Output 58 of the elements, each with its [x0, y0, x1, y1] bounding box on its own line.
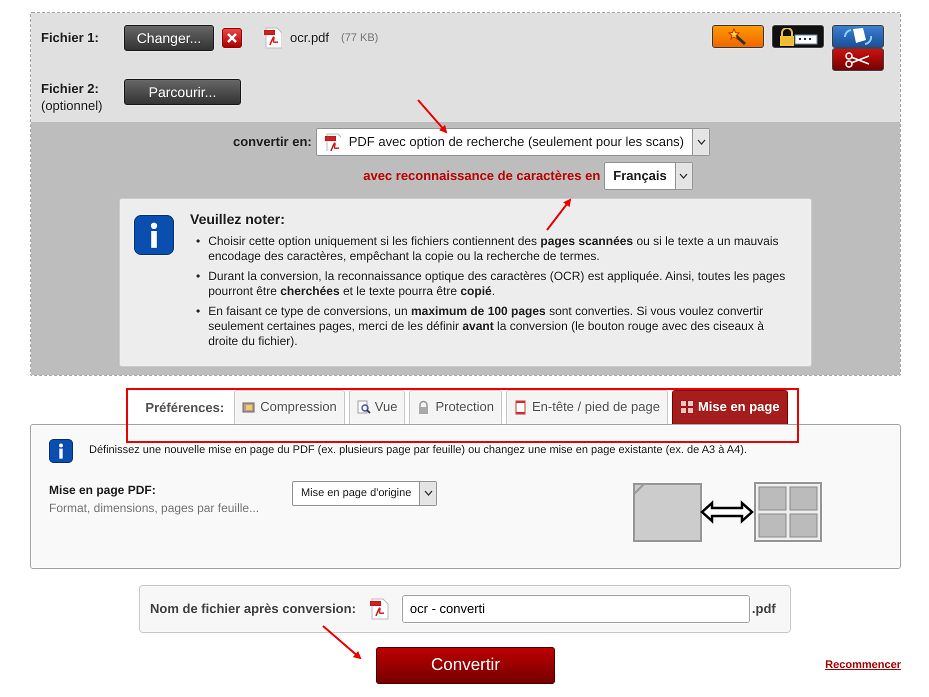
note-title: Veuillez noter: — [190, 210, 285, 228]
password-button[interactable] — [772, 25, 824, 48]
convert-label: convertir en: — [232, 132, 312, 151]
convert-button[interactable]: Convertir — [376, 646, 555, 684]
annotation-arrow — [546, 198, 572, 231]
preferences-label: Préférences: — [145, 398, 224, 417]
preferences-tab[interactable]: En-tête / pied de page — [506, 390, 668, 424]
bullet: • — [196, 304, 200, 320]
magnifier-icon — [356, 400, 371, 414]
caret-icon — [424, 490, 433, 496]
compress-icon — [242, 400, 256, 414]
change-button[interactable]: Changer... — [124, 25, 214, 51]
layout-hint: Format, dimensions, pages par feuille... — [49, 500, 260, 516]
layout-select[interactable]: Mise en page d'origine — [292, 480, 438, 506]
preferences-tab[interactable]: Compression — [234, 390, 345, 424]
pdf-file-icon — [370, 598, 390, 620]
remove-button[interactable] — [222, 28, 242, 48]
info-icon — [49, 438, 73, 462]
scissors-icon — [845, 52, 871, 68]
info-icon — [134, 214, 174, 254]
file-label: Fichier 1: — [41, 29, 100, 48]
note-item: Choisir cette option uniquement si les fichiers contiennent des pages scannées ou si le texte a un mauvais encodage des caractères, empêchant la copie ou la recherche de termes. — [208, 234, 780, 264]
extension-label: .pdf — [752, 600, 776, 618]
close-icon — [227, 33, 237, 43]
pdf-icon — [324, 132, 341, 150]
preferences-tab[interactable]: Mise en page — [672, 390, 788, 424]
pdf-file-icon — [264, 27, 282, 49]
file-size: (77 KB) — [341, 30, 378, 46]
file-name: ocr.pdf — [290, 29, 330, 48]
caret-icon — [679, 172, 688, 178]
note-item: En faisant ce type de conversions, un maximum de 100 pages sont converties. Si vous voulez convertir seulement certaines pages, merci de les définir avant la conversion (le bouton rouge avec des ciseaux à droite du fichier). — [208, 304, 765, 348]
annotation-arrow — [322, 625, 362, 660]
page-icon — [514, 400, 528, 414]
format-select[interactable]: PDF avec option de recherche (seulement pour les scans) — [316, 128, 710, 156]
grid-icon — [680, 400, 694, 414]
bullet: • — [196, 234, 200, 250]
filename-label: Nom de fichier après conversion: — [150, 600, 356, 618]
ocr-label: avec reconnaissance de caractères en — [363, 166, 600, 185]
language-select[interactable]: Français — [604, 162, 693, 190]
optional-note: (optionnel) — [41, 98, 104, 112]
preferences-tab[interactable]: Vue — [348, 390, 406, 424]
browse-button[interactable]: Parcourir... — [124, 79, 241, 105]
magic-wand-button[interactable] — [712, 25, 764, 48]
file-label: Fichier 2: — [41, 80, 100, 98]
filename-field[interactable]: ocr - converti — [402, 594, 750, 622]
rotate-button[interactable] — [832, 25, 884, 48]
layout-description: Définissez une nouvelle mise en page du PDF (ex. plusieurs page par feuille) ou changez une mise en page existante (ex. de A3 à A4). — [89, 443, 747, 458]
rotate-page-icon — [842, 27, 874, 46]
padlock-icon — [778, 28, 818, 46]
magic-wand-icon — [728, 28, 748, 46]
restart-link[interactable]: Recommencer — [825, 656, 901, 674]
bullet: • — [196, 268, 200, 284]
caret-icon — [696, 138, 706, 144]
layout-label: Mise en page PDF: — [49, 482, 157, 498]
annotation-arrow — [417, 99, 448, 134]
preferences-tab[interactable]: Protection — [409, 390, 502, 424]
split-button[interactable] — [832, 48, 884, 71]
note-item: Durant la conversion, la reconnaissance optique des caractères (OCR) est appliquée. Ainsi, toutes les pages pourront être cherchées et le texte pourra être copié. — [208, 268, 786, 298]
